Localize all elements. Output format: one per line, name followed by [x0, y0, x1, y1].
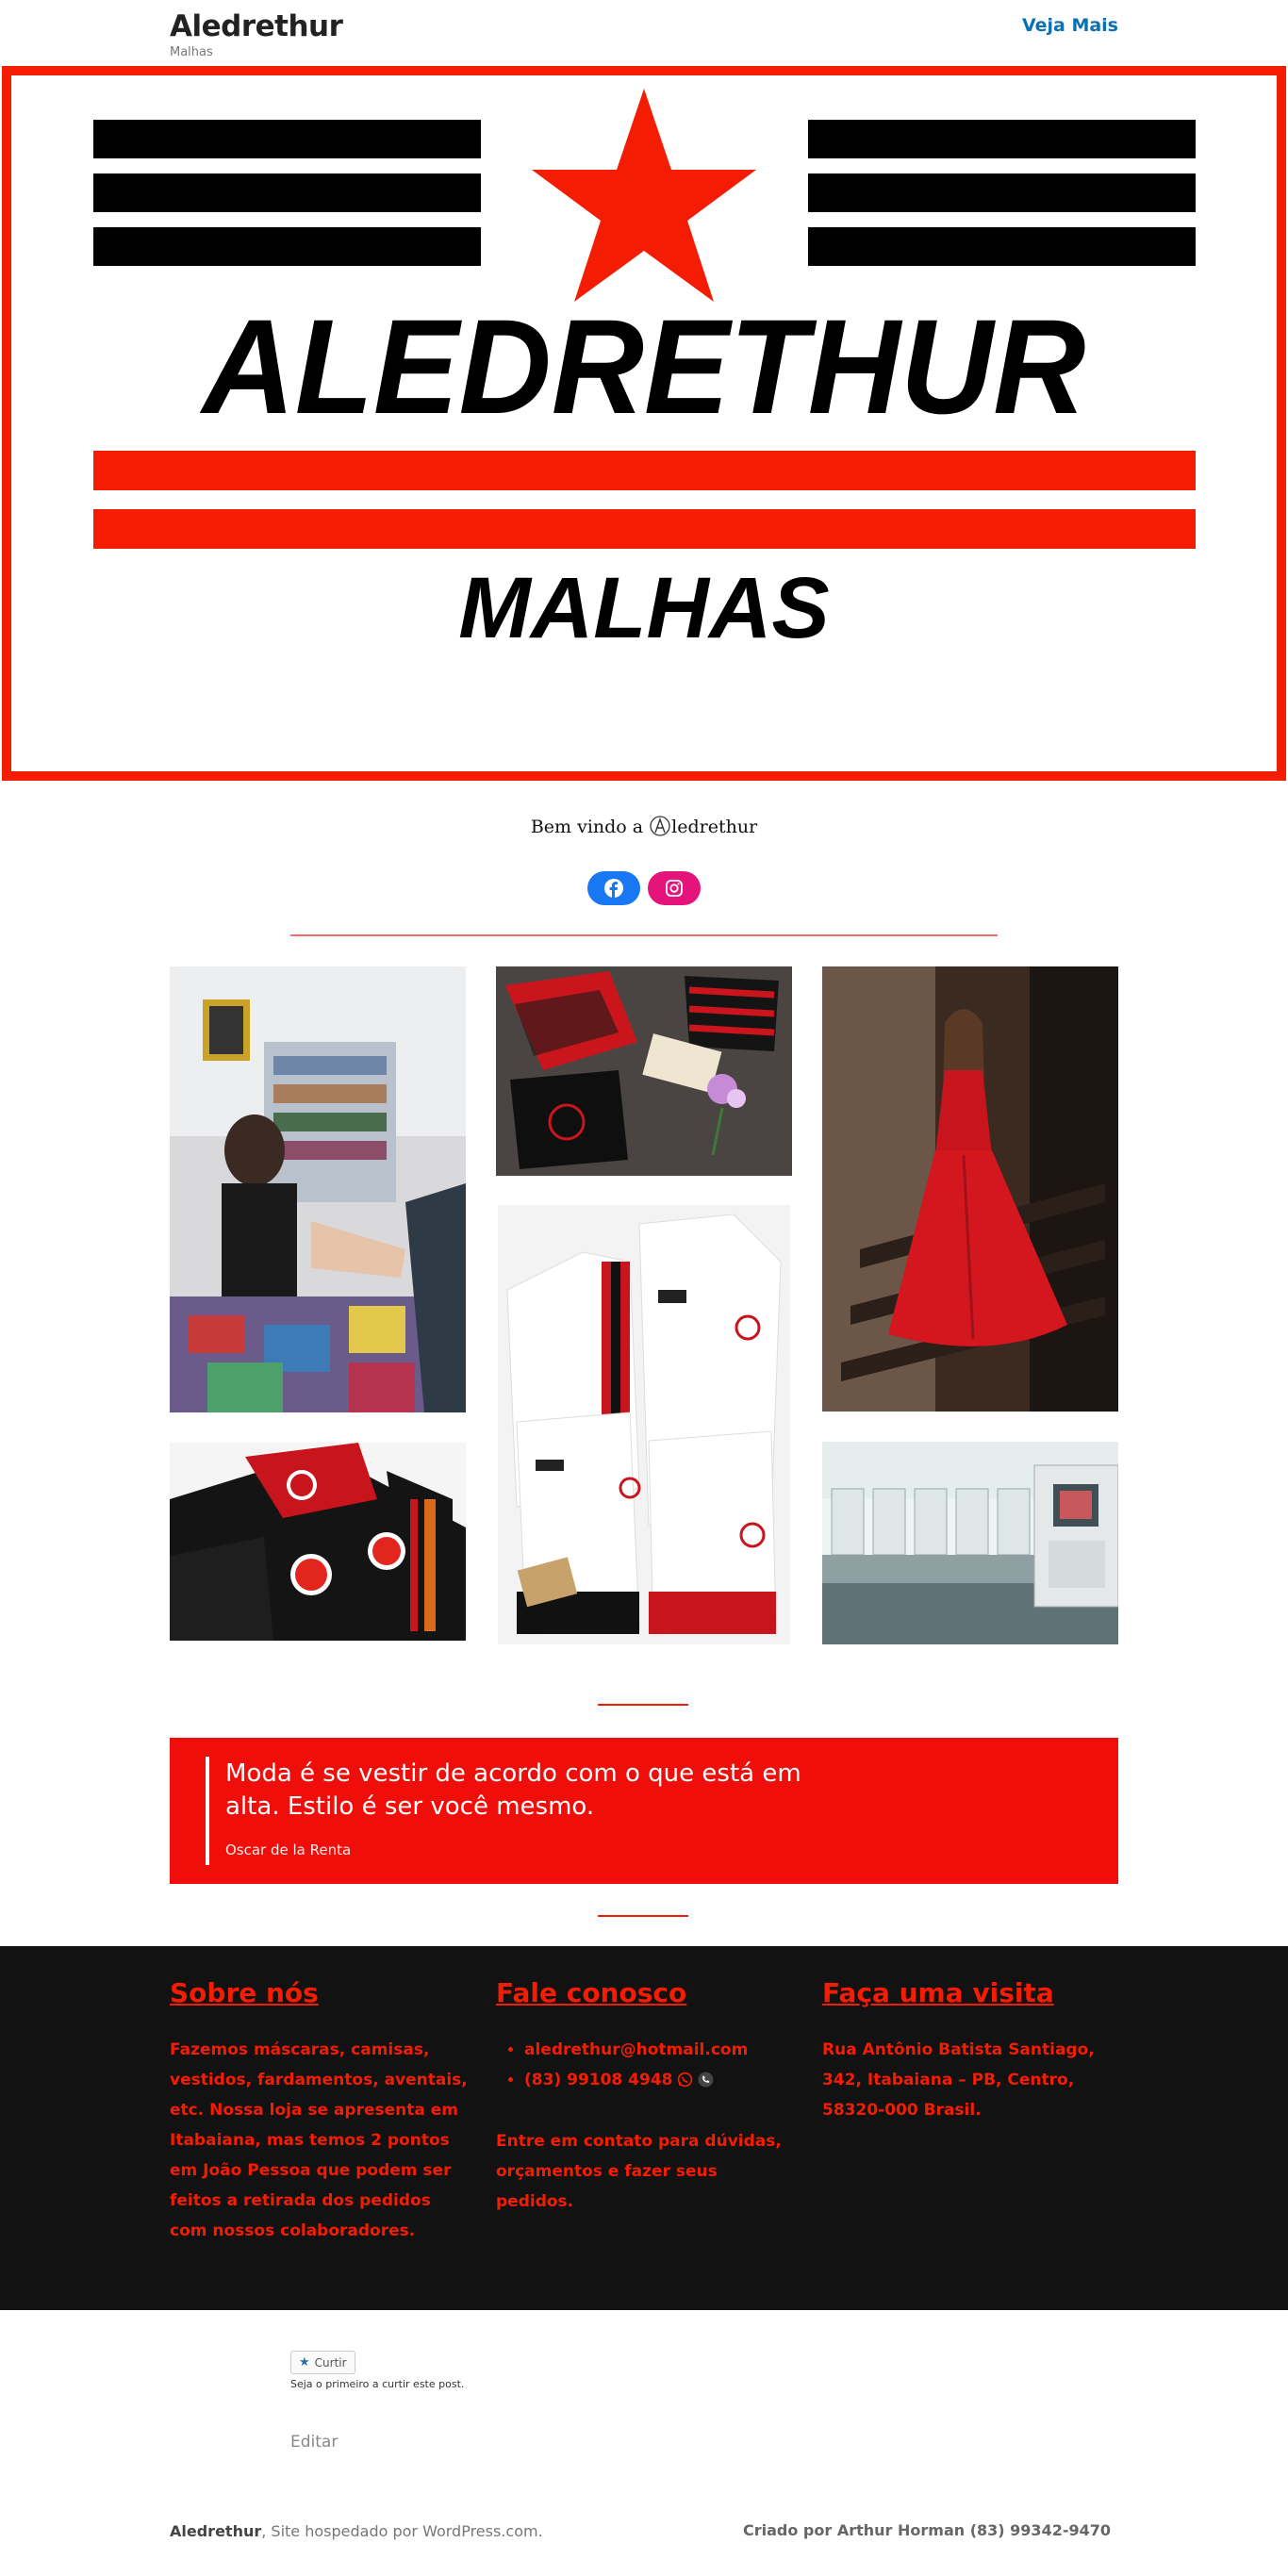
gallery-image-polo-shirts[interactable] [498, 1205, 790, 1644]
quote-bar [206, 1757, 209, 1865]
site-credits: Aledrethur, Site hospedado por WordPress… [170, 2522, 543, 2540]
facebook-button[interactable] [587, 871, 640, 905]
widget-about-text: Fazemos máscaras, camisas, vestidos, far… [170, 2040, 468, 2240]
site-title[interactable]: Aledrethur [170, 9, 343, 43]
phone-icon [698, 2072, 714, 2088]
header-banner-logo: ALEDRETHUR MALHAS [2, 66, 1286, 781]
widget-about: Sobre nós Fazemos máscaras, camisas, ves… [170, 1977, 471, 2246]
nav-link-veja-mais[interactable]: Veja Mais [1022, 15, 1118, 36]
right-stripes [808, 120, 1196, 266]
widget-contact-text: Entre em contato para dúvidas, orçamento… [496, 2132, 782, 2211]
divider-small [598, 1704, 688, 1706]
widget-visit: Faça uma visita Rua Antônio Batista Sant… [822, 1977, 1124, 2125]
whatsapp-icon [677, 2072, 692, 2088]
footer-widgets: Sobre nós Fazemos máscaras, camisas, ves… [0, 1946, 1288, 2310]
gallery-image-embroidery-machines[interactable] [822, 1442, 1118, 1644]
credits-author: Criado por Arthur Horman (83) 99342-9470 [743, 2521, 1111, 2539]
edit-link[interactable]: Editar [290, 2433, 338, 2452]
welcome-suffix: ledrethur [671, 817, 758, 837]
widget-visit-text: Rua Antônio Batista Santiago, 342, Itaba… [822, 2040, 1095, 2120]
credits-site-link[interactable]: Aledrethur [170, 2522, 261, 2540]
contact-email[interactable]: aledrethur@hotmail.com [524, 2035, 798, 2065]
quote-citation: Oscar de la Renta [225, 1841, 352, 1858]
like-button[interactable]: ★ Curtir [290, 2351, 355, 2374]
social-links [0, 871, 1288, 905]
quote-text: Moda é se vestir de acordo com o que est… [225, 1759, 801, 1821]
widget-contact-title: Fale conosco [496, 1977, 687, 2008]
a-logo-icon [650, 816, 670, 836]
like-note: Seja o primeiro a curtir este post. [290, 2378, 465, 2390]
credits-hosted[interactable]: , Site hospedado por WordPress.com. [261, 2522, 542, 2540]
site-description: Malhas [170, 45, 213, 59]
widget-about-title: Sobre nós [170, 1977, 319, 2008]
gallery-image-masks[interactable] [496, 966, 792, 1176]
divider-small [598, 1915, 688, 1917]
gallery-image-shop-attendant[interactable] [170, 966, 466, 1412]
banner-brand: ALEDRETHUR [200, 291, 1086, 442]
like-button-label: Curtir [314, 2355, 347, 2370]
contact-list: aledrethur@hotmail.com (83) 99108 4948 [496, 2035, 798, 2098]
widget-contact: Fale conosco aledrethur@hotmail.com (83)… [496, 1977, 798, 2217]
left-stripes [93, 120, 481, 266]
widget-visit-title: Faça uma visita [822, 1977, 1054, 2008]
facebook-icon [604, 879, 623, 898]
divider [290, 934, 998, 936]
site-header: Aledrethur Malhas Veja Mais [0, 0, 1288, 66]
gallery-image-uniforms[interactable] [170, 1443, 466, 1641]
welcome-prefix: Bem vindo a [530, 817, 650, 837]
star-icon: ★ [299, 2355, 310, 2370]
quote-block: Moda é se vestir de acordo com o que est… [170, 1738, 1118, 1884]
gallery-image-red-dress[interactable] [822, 966, 1118, 1412]
banner-sub: MALHAS [458, 560, 830, 656]
welcome-line: Bem vindo a ledrethur [0, 815, 1288, 837]
instagram-icon [666, 880, 683, 897]
instagram-button[interactable] [648, 871, 701, 905]
contact-phone[interactable]: (83) 99108 4948 [524, 2065, 798, 2098]
